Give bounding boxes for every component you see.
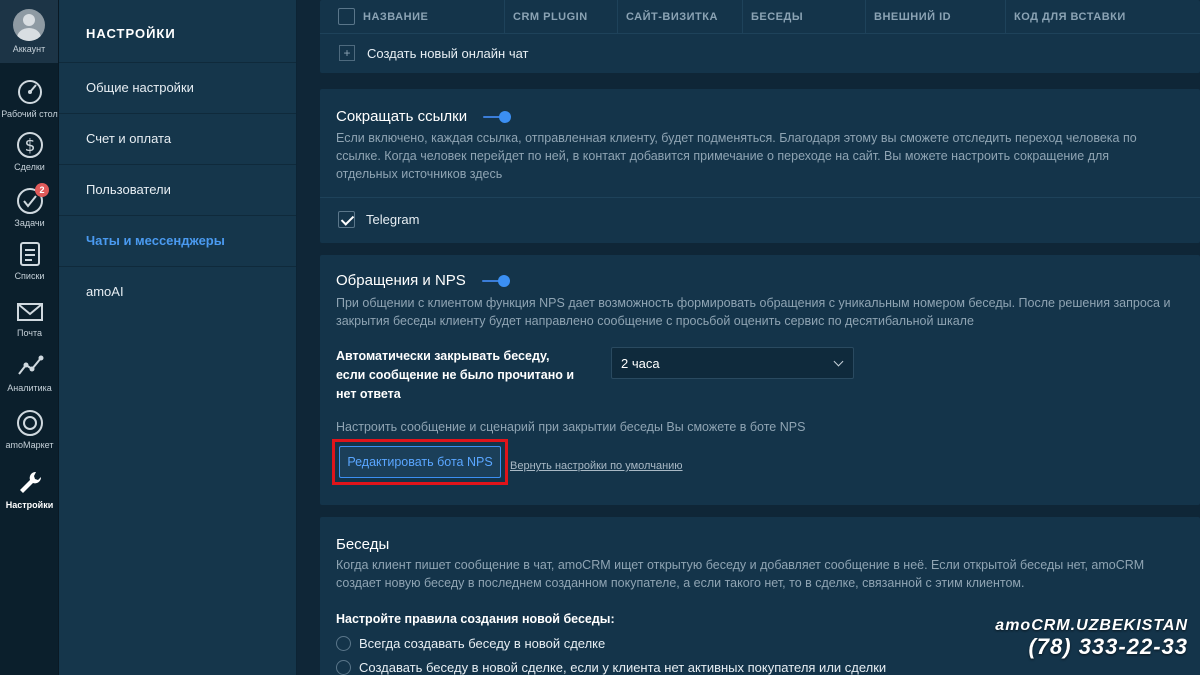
svg-text:$: $ xyxy=(24,136,35,156)
rail-item-market[interactable]: amoМаркет xyxy=(0,408,59,451)
rail-label: Задачи xyxy=(14,218,45,228)
rule-option-new-deal[interactable]: Всегда создавать беседу в новой сделке xyxy=(336,636,605,651)
menu-item-amoai[interactable]: amoAI xyxy=(59,267,296,318)
rail-label: Настройки xyxy=(5,500,54,510)
plus-icon: + xyxy=(339,45,355,61)
auto-close-label: Автоматически закрывать беседу, если соо… xyxy=(336,349,575,401)
radio-button[interactable] xyxy=(336,636,351,651)
shorten-links-toggle[interactable] xyxy=(483,110,512,123)
nps-config-hint: Настроить сообщение и сценарий при закры… xyxy=(336,420,806,434)
rail-item-lists[interactable]: Списки xyxy=(0,239,59,282)
rail-item-mail[interactable]: Почта xyxy=(0,296,59,339)
dashboard-icon xyxy=(15,77,45,107)
rail-label: Аналитика xyxy=(7,383,52,393)
telegram-source-option[interactable]: Telegram xyxy=(338,211,419,228)
shorten-links-panel: Сокращать ссылки Если включено, каждая с… xyxy=(320,89,1200,243)
column-header[interactable]: БЕСЕДЫ xyxy=(743,0,866,34)
mail-icon xyxy=(15,296,45,326)
edit-nps-bot-button[interactable]: Редактировать бота NPS xyxy=(339,446,501,478)
rail-item-settings[interactable]: Настройки xyxy=(0,468,59,511)
divider xyxy=(320,197,1200,198)
column-header[interactable]: ВНЕШНИЙ ID xyxy=(866,0,1006,34)
brand-watermark: amoCRM.UZBEKISTAN (78) 333-22-33 xyxy=(995,617,1188,660)
rail-item-dashboard[interactable]: Рабочий стол xyxy=(0,77,59,120)
menu-item-chats[interactable]: Чаты и мессенджеры xyxy=(59,216,296,267)
auto-close-select[interactable]: 2 часа xyxy=(611,347,854,379)
rule-option-no-active[interactable]: Создавать беседу в новой сделке, если у … xyxy=(336,660,886,675)
conversations-description: Когда клиент пишет сообщение в чат, amoC… xyxy=(336,558,1145,590)
conversations-title: Беседы xyxy=(336,536,390,553)
market-icon xyxy=(15,408,45,438)
rail-label: Рабочий стол xyxy=(1,109,58,119)
menu-item-users[interactable]: Пользователи xyxy=(59,165,296,216)
chats-table-panel: НАЗВАНИЕ CRM PLUGIN САЙТ-ВИЗИТКА БЕСЕДЫ … xyxy=(320,0,1200,73)
create-chat-button[interactable]: + Создать новый онлайн чат xyxy=(320,34,1200,72)
rule-option-label: Создавать беседу в новой сделке, если у … xyxy=(359,660,887,675)
column-header[interactable]: САЙТ-ВИЗИТКА xyxy=(618,0,743,34)
menu-item-billing[interactable]: Счет и оплата xyxy=(59,114,296,165)
rail-label: Почта xyxy=(17,328,42,338)
tasks-count-badge: 2 xyxy=(35,183,49,197)
telegram-checkbox[interactable] xyxy=(338,211,355,228)
select-all-checkbox[interactable] xyxy=(338,8,355,25)
nps-title-row: Обращения и NPS xyxy=(336,272,510,289)
shorten-links-description: Если включено, каждая ссылка, отправленн… xyxy=(336,131,1137,181)
wrench-icon xyxy=(15,468,45,498)
rail-item-deals[interactable]: $ Сделки xyxy=(0,130,59,173)
nps-title: Обращения и NPS xyxy=(336,272,466,289)
left-nav-rail: Аккаунт Рабочий стол $ Сделки 2 Задачи С… xyxy=(0,0,59,675)
radio-button[interactable] xyxy=(336,660,351,675)
rail-label: amoМаркет xyxy=(5,440,54,450)
column-header[interactable]: НАЗВАНИЕ xyxy=(355,0,505,34)
column-header[interactable]: CRM PLUGIN xyxy=(505,0,618,34)
menu-title: НАСТРОЙКИ xyxy=(59,0,296,63)
rail-label: Списки xyxy=(14,271,45,281)
auto-close-value: 2 часа xyxy=(621,355,660,371)
brand-phone: (78) 333-22-33 xyxy=(1028,634,1188,659)
create-chat-label: Создать новый онлайн чат xyxy=(367,45,529,61)
nps-toggle[interactable] xyxy=(481,274,510,287)
shorten-links-title: Сокращать ссылки xyxy=(336,108,468,125)
settings-menu: НАСТРОЙКИ Общие настройки Счет и оплата … xyxy=(59,0,297,675)
settings-content: НАЗВАНИЕ CRM PLUGIN САЙТ-ВИЗИТКА БЕСЕДЫ … xyxy=(297,0,1200,675)
account-label: Аккаунт xyxy=(12,44,46,54)
rail-item-tasks[interactable]: 2 Задачи xyxy=(0,183,59,229)
nps-panel: Обращения и NPS При общении с клиентом ф… xyxy=(320,255,1200,505)
dollar-icon: $ xyxy=(15,130,45,160)
shorten-links-title-row: Сокращать ссылки xyxy=(336,108,512,125)
analytics-icon xyxy=(15,351,45,381)
rules-title: Настройте правила создания новой беседы: xyxy=(336,612,615,626)
rail-label: Сделки xyxy=(14,162,45,172)
chevron-down-icon xyxy=(833,356,844,367)
rule-option-label: Всегда создавать беседу в новой сделке xyxy=(359,636,606,651)
brand-name: amoCRM.UZBEKISTAN xyxy=(995,617,1188,634)
rail-item-analytics[interactable]: Аналитика xyxy=(0,351,59,394)
nps-description: При общении с клиентом функция NPS дает … xyxy=(336,296,1171,328)
column-header[interactable]: КОД ДЛЯ ВСТАВКИ xyxy=(1006,0,1186,34)
menu-item-general[interactable]: Общие настройки xyxy=(59,63,296,114)
account-button[interactable]: Аккаунт xyxy=(0,0,58,63)
list-icon xyxy=(15,239,45,269)
avatar xyxy=(13,9,45,41)
telegram-label: Telegram xyxy=(366,212,420,227)
table-header: НАЗВАНИЕ CRM PLUGIN САЙТ-ВИЗИТКА БЕСЕДЫ … xyxy=(320,0,1200,34)
edit-bot-highlight: Редактировать бота NPS xyxy=(332,439,508,485)
reset-defaults-link[interactable]: Вернуть настройки по умолчанию xyxy=(510,460,683,472)
